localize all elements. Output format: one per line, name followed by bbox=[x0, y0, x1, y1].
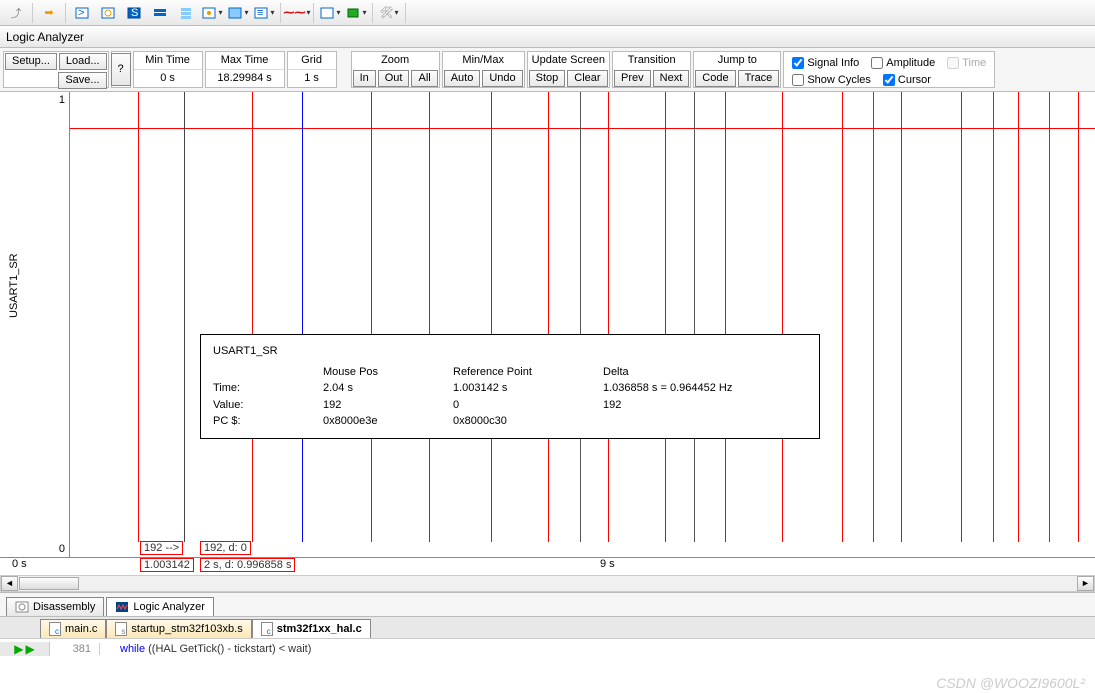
time-checkbox: Time bbox=[941, 54, 992, 71]
scroll-right-button[interactable]: ► bbox=[1077, 576, 1094, 591]
show-cycles-checkbox[interactable]: Show Cycles bbox=[786, 71, 877, 88]
minmax-label: Min/Max bbox=[443, 52, 524, 69]
c-file-icon bbox=[49, 622, 61, 636]
zoom-label: Zoom bbox=[352, 52, 439, 69]
scroll-left-button[interactable]: ◄ bbox=[1, 576, 18, 591]
y-tick-bottom: 0 bbox=[59, 543, 65, 555]
watch-icon[interactable]: ▾ bbox=[200, 2, 224, 24]
disassembly-icon[interactable] bbox=[96, 2, 120, 24]
transition-label: Transition bbox=[613, 52, 690, 69]
gutter: ▶ ▶ bbox=[0, 642, 50, 656]
svg-text:S: S bbox=[131, 7, 138, 19]
jump-trace-button[interactable]: Trace bbox=[738, 70, 780, 87]
file-tab-main[interactable]: main.c bbox=[40, 619, 106, 638]
save-button[interactable]: Save... bbox=[58, 72, 106, 89]
line-number: 381 bbox=[50, 643, 100, 655]
time-marker-2: 2 s, d: 0.996858 s bbox=[200, 558, 295, 572]
step-out-icon[interactable]: ⤴ bbox=[4, 2, 28, 24]
zoom-out-button[interactable]: Out bbox=[378, 70, 410, 87]
value-marker-2: 192, d: 0 bbox=[200, 541, 251, 555]
y-tick-top: 1 bbox=[59, 94, 65, 106]
signal-info-checkbox[interactable]: Signal Info bbox=[786, 54, 865, 71]
panel-title: Logic Analyzer bbox=[0, 26, 1095, 48]
command-window-icon[interactable]: > bbox=[70, 2, 94, 24]
grid-label: Grid bbox=[288, 52, 336, 69]
x-axis: 0 s 1.003142 2 s, d: 0.996858 s 9 s bbox=[0, 557, 1095, 575]
file-tab-hal[interactable]: stm32f1xx_hal.c bbox=[252, 619, 371, 638]
horizontal-scrollbar[interactable]: ◄ ► bbox=[0, 575, 1095, 592]
signal-info-tooltip: USART1_SR Mouse PosReference PointDelta … bbox=[200, 334, 820, 439]
value-marker-1: 192 --> bbox=[140, 541, 183, 555]
jump-label: Jump to bbox=[694, 52, 780, 69]
scroll-thumb[interactable] bbox=[19, 577, 79, 590]
c-file-icon bbox=[261, 622, 273, 636]
setup-button[interactable]: Setup... bbox=[5, 53, 57, 70]
help-button[interactable]: ? bbox=[111, 53, 131, 86]
update-label: Update Screen bbox=[528, 52, 609, 69]
watermark: CSDN @WOOZI9600L² bbox=[936, 675, 1085, 691]
max-time-value: 18.29984 s bbox=[206, 69, 284, 86]
trace-icon[interactable]: ▾ bbox=[318, 2, 342, 24]
code-editor-line[interactable]: ▶ ▶ 381 while ((HAL GetTick() - tickstar… bbox=[0, 638, 1095, 658]
svg-text:>: > bbox=[78, 7, 84, 19]
svg-text:≡: ≡ bbox=[257, 7, 263, 19]
memory-icon[interactable]: ▾ bbox=[226, 2, 250, 24]
amplitude-checkbox[interactable]: Amplitude bbox=[865, 54, 941, 71]
update-clear-button[interactable]: Clear bbox=[567, 70, 607, 87]
registers-icon[interactable] bbox=[148, 2, 172, 24]
transition-next-button[interactable]: Next bbox=[653, 70, 690, 87]
max-time-label: Max Time bbox=[206, 52, 284, 69]
file-tabs: main.c startup_stm32f103xb.s stm32f1xx_h… bbox=[0, 616, 1095, 638]
minmax-undo-button[interactable]: Undo bbox=[482, 70, 522, 87]
tab-disassembly[interactable]: Disassembly bbox=[6, 597, 104, 616]
plot-area: USART1_SR 1 0 USART1_SR Mouse PosReferen… bbox=[0, 92, 1095, 557]
y-axis: USART1_SR 1 0 bbox=[0, 92, 70, 557]
jump-code-button[interactable]: Code bbox=[695, 70, 735, 87]
transition-prev-button[interactable]: Prev bbox=[614, 70, 651, 87]
system-viewer-icon[interactable]: ▾ bbox=[344, 2, 368, 24]
load-button[interactable]: Load... bbox=[59, 53, 107, 70]
x-tick-start: 0 s bbox=[12, 558, 27, 570]
file-tab-startup[interactable]: startup_stm32f103xb.s bbox=[106, 619, 251, 638]
min-time-value: 0 s bbox=[134, 69, 202, 86]
analyzer-controls: Setup... Load... Save... ? Min Time 0 s … bbox=[0, 48, 1095, 92]
symbols-icon[interactable]: S bbox=[122, 2, 146, 24]
code-text: while ((HAL GetTick() - tickstart) < wai… bbox=[100, 643, 311, 655]
signal-trace-line bbox=[70, 128, 1095, 129]
min-time-label: Min Time bbox=[134, 52, 202, 69]
disassembly-tab-icon bbox=[15, 600, 29, 614]
zoom-in-button[interactable]: In bbox=[353, 70, 376, 87]
info-signal-name: USART1_SR bbox=[213, 343, 807, 360]
time-marker-1: 1.003142 bbox=[140, 558, 194, 572]
cursor-checkbox[interactable]: Cursor bbox=[877, 71, 937, 88]
run-cursor-icon: ▶ bbox=[14, 642, 23, 656]
zoom-all-button[interactable]: All bbox=[411, 70, 437, 87]
run-cursor-icon-2: ▶ bbox=[26, 642, 35, 656]
run-arrow-icon[interactable]: ➡ bbox=[37, 2, 61, 24]
waveform-canvas[interactable]: USART1_SR Mouse PosReference PointDelta … bbox=[70, 92, 1095, 557]
grid-value: 1 s bbox=[288, 69, 336, 86]
signal-name-label: USART1_SR bbox=[8, 253, 20, 318]
serial-icon[interactable]: ≡▾ bbox=[252, 2, 276, 24]
minmax-auto-button[interactable]: Auto bbox=[444, 70, 481, 87]
logic-analyzer-tab-icon bbox=[115, 600, 129, 614]
asm-file-icon bbox=[115, 622, 127, 636]
tab-logic-analyzer[interactable]: Logic Analyzer bbox=[106, 597, 214, 616]
main-toolbar: ⤴ ➡ > S ▾ ▾ ≡▾ ⁓⁓▾ ▾ ▾ 🛠▾ bbox=[0, 0, 1095, 26]
tools-icon[interactable]: 🛠▾ bbox=[377, 2, 401, 24]
panel-tabs: Disassembly Logic Analyzer bbox=[0, 592, 1095, 616]
call-stack-icon[interactable] bbox=[174, 2, 198, 24]
update-stop-button[interactable]: Stop bbox=[529, 70, 566, 87]
x-tick-end: 9 s bbox=[600, 558, 615, 570]
logic-analyzer-icon[interactable]: ⁓⁓▾ bbox=[285, 2, 309, 24]
